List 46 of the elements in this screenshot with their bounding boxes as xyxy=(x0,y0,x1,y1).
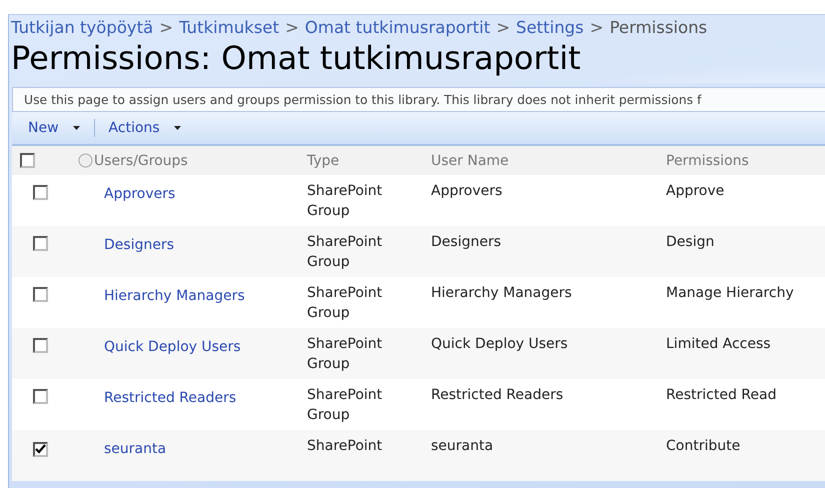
breadcrumb-separator: > xyxy=(496,18,510,37)
caret-icon xyxy=(174,126,181,130)
type-text: SharePoint Group xyxy=(307,335,384,374)
column-header[interactable]: Type xyxy=(307,152,340,168)
user-name-text: Restricted Readers xyxy=(431,387,564,403)
user-name-text: seuranta xyxy=(431,438,494,454)
checkbox[interactable] xyxy=(33,287,48,302)
page-title: Permissions: Omat tutkimusraportit xyxy=(11,39,582,77)
description-text: Use this page to assign users and groups permission to this library. This library does not inherit permissions f xyxy=(12,87,825,112)
user-name-text: Approvers xyxy=(431,183,502,199)
breadcrumb-link[interactable]: Omat tutkimusraportit xyxy=(304,18,490,37)
type-text: SharePoint Group xyxy=(307,182,384,221)
type-text: SharePoint Group xyxy=(307,386,384,425)
breadcrumb-link[interactable]: Settings xyxy=(516,18,584,37)
breadcrumb-link[interactable]: Tutkimukset xyxy=(179,18,280,37)
permission-text: Manage Hierarchy xyxy=(666,285,794,301)
checkbox[interactable] xyxy=(20,153,35,168)
user-name-text: Hierarchy Managers xyxy=(431,285,572,301)
group-link[interactable]: Approvers xyxy=(104,186,176,202)
breadcrumb-separator: > xyxy=(159,18,174,37)
user-name-text: Quick Deploy Users xyxy=(431,336,568,352)
checkbox[interactable] xyxy=(33,442,48,456)
type-text: SharePoint Group xyxy=(307,284,384,323)
breadcrumb-separator: > xyxy=(285,18,299,37)
breadcrumb-separator: > xyxy=(590,18,604,37)
group-link[interactable]: Restricted Readers xyxy=(104,390,236,406)
toolbar-menu-button[interactable]: Actions xyxy=(104,120,185,136)
group-link[interactable]: Designers xyxy=(104,237,174,253)
type-text: SharePoint Group xyxy=(307,233,384,272)
permission-text: Restricted Read xyxy=(666,387,776,403)
breadcrumb-link[interactable]: Tutkijan työpöytä xyxy=(11,18,154,37)
permission-text: Limited Access xyxy=(666,336,771,352)
checkbox[interactable] xyxy=(33,338,48,353)
checkbox[interactable] xyxy=(33,236,48,251)
user-name-text: Designers xyxy=(431,234,501,250)
checkbox[interactable] xyxy=(33,185,48,200)
permission-text: Approve xyxy=(666,183,724,199)
checkbox[interactable] xyxy=(33,389,48,404)
caret-icon xyxy=(72,126,80,130)
permission-text: Contribute xyxy=(666,438,740,454)
toolbar-menu-button[interactable]: New xyxy=(24,120,84,136)
permission-text: Design xyxy=(666,234,714,250)
column-header[interactable]: User Name xyxy=(431,152,509,168)
type-text: SharePoint xyxy=(307,437,384,456)
group-link[interactable]: seuranta xyxy=(104,441,166,457)
breadcrumb-current-text: Permissions xyxy=(610,18,708,37)
